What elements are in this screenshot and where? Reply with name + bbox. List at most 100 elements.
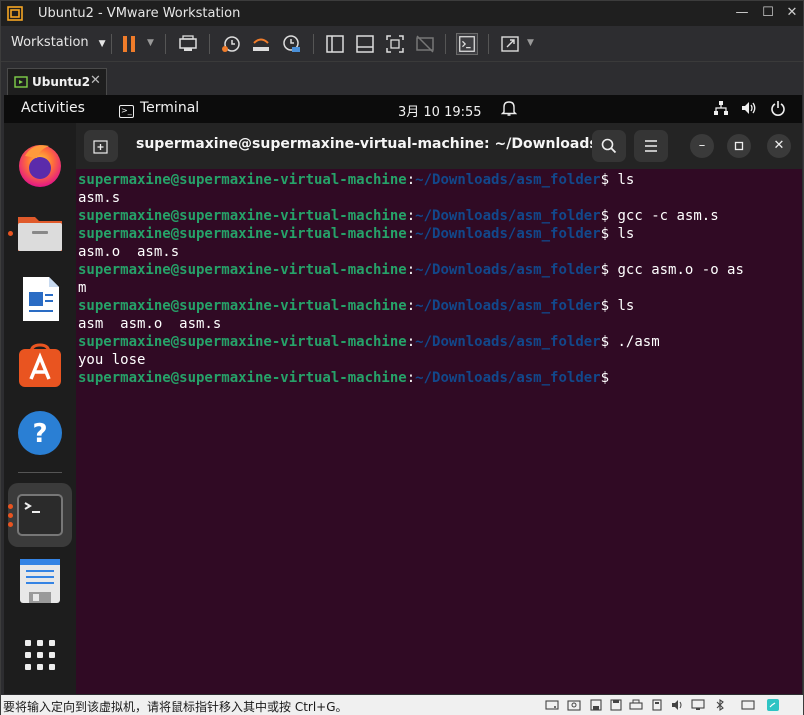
snapshot-icon[interactable]	[220, 33, 242, 55]
app-center-launcher[interactable]	[15, 341, 65, 391]
tab-ubuntu2[interactable]: Ubuntu2 ✕	[7, 68, 107, 95]
usb-icon[interactable]	[650, 698, 664, 712]
gnome-top-bar: Activities >_ Terminal 3月 10 19:55	[4, 95, 802, 123]
command-text: ./asm	[609, 334, 660, 350]
dock-divider	[18, 472, 62, 473]
floppy-icon[interactable]	[609, 698, 623, 712]
revert-snapshot-icon[interactable]	[250, 33, 272, 55]
workstation-menu-label: Workstation	[11, 35, 89, 50]
prompt-colon: :	[406, 172, 416, 188]
clock[interactable]: 3月 10 19:55	[398, 101, 482, 120]
svg-text:?: ?	[32, 419, 47, 449]
prompt-sign: $	[600, 370, 610, 386]
close-button[interactable]: ✕	[767, 134, 791, 158]
terminal-window[interactable]: supermaxine@supermaxine-virtual-machine:…	[76, 123, 802, 694]
status-message: 要将输入定向到该虚拟机，请将鼠标指针移入其中或按 Ctrl+G。	[3, 700, 348, 714]
fullscreen-icon[interactable]	[384, 33, 406, 55]
new-tab-icon	[93, 140, 108, 154]
ubuntu-screen[interactable]: Activities >_ Terminal 3月 10 19:55 ? sup…	[4, 95, 802, 694]
close-button[interactable]: ✕	[782, 3, 802, 23]
prompt-sign: $	[600, 334, 610, 350]
snapshot-manager-icon[interactable]	[280, 33, 302, 55]
title-bar: Ubuntu2 - VMware Workstation — ☐ ✕	[1, 1, 803, 26]
prompt-user: supermaxine@supermaxine-virtual-machine	[78, 262, 407, 278]
network-icon[interactable]	[713, 100, 729, 116]
firefox-launcher[interactable]	[15, 140, 65, 190]
menu-button[interactable]	[634, 130, 668, 162]
command-text: ls	[609, 226, 635, 242]
prompt-colon: :	[406, 208, 416, 224]
sidebar-icon[interactable]	[324, 33, 346, 55]
thumbnail-icon[interactable]	[354, 33, 376, 55]
prompt-line: supermaxine@supermaxine-virtual-machine:…	[78, 333, 800, 351]
activities-button[interactable]: Activities	[21, 100, 85, 116]
prompt-user: supermaxine@supermaxine-virtual-machine	[78, 334, 407, 350]
send-keys-icon[interactable]	[177, 33, 199, 55]
sound-icon[interactable]	[671, 698, 685, 712]
bell-icon[interactable]	[501, 99, 517, 117]
chevron-down-icon[interactable]: ▼	[527, 38, 534, 48]
search-button[interactable]	[592, 130, 626, 162]
prompt-path: ~/Downloads/asm_folder	[415, 370, 601, 386]
output-text: m	[78, 280, 87, 296]
pause-icon[interactable]	[119, 33, 141, 55]
devices-icon[interactable]	[741, 698, 755, 712]
vmware-window: Ubuntu2 - VMware Workstation — ☐ ✕ Works…	[0, 0, 804, 715]
help-icon: ?	[18, 411, 62, 455]
power-icon[interactable]	[770, 100, 786, 116]
running-indicator	[8, 504, 13, 509]
running-indicator	[8, 522, 13, 527]
prompt-path: ~/Downloads/asm_folder	[415, 208, 601, 224]
output-text: asm.s	[78, 190, 121, 206]
hard-disk-icon[interactable]	[545, 698, 559, 712]
prompt-sign: $	[600, 262, 610, 278]
prompt-line: supermaxine@supermaxine-virtual-machine:…	[78, 261, 800, 279]
display-icon[interactable]	[691, 698, 705, 712]
message-icon[interactable]	[766, 698, 780, 712]
terminal-title: supermaxine@supermaxine-virtual-machine:…	[136, 136, 619, 152]
prompt-line: supermaxine@supermaxine-virtual-machine:…	[78, 171, 800, 189]
firefox-icon	[19, 145, 61, 187]
minimize-button[interactable]: –	[690, 134, 714, 158]
output-line: asm asm.o asm.s	[78, 315, 800, 333]
toolbar-divider	[209, 34, 210, 54]
cd-drive-icon[interactable]	[567, 698, 581, 712]
command-text: ls	[609, 298, 635, 314]
printer-icon[interactable]	[629, 698, 643, 712]
app-menu[interactable]: >_ Terminal	[119, 100, 199, 118]
libreoffice-writer-launcher[interactable]	[15, 274, 65, 324]
help-launcher[interactable]: ?	[15, 408, 65, 458]
prompt-path: ~/Downloads/asm_folder	[415, 172, 601, 188]
bluetooth-icon[interactable]	[713, 698, 727, 712]
console-icon[interactable]	[456, 33, 478, 55]
prompt-line: supermaxine@supermaxine-virtual-machine:…	[78, 225, 800, 243]
app-grid-icon	[25, 640, 55, 670]
prompt-path: ~/Downloads/asm_folder	[415, 226, 601, 242]
app-center-icon	[19, 343, 61, 387]
maximize-button[interactable]: ☐	[758, 3, 778, 23]
toolbar-divider	[111, 34, 112, 54]
terminal-headerbar: supermaxine@supermaxine-virtual-machine:…	[76, 123, 802, 169]
chevron-down-icon[interactable]: ▼	[147, 38, 154, 48]
volume-icon[interactable]	[741, 100, 757, 116]
show-apps-button[interactable]	[15, 630, 65, 680]
vmware-toolbar: Workstation ▼ ▼ ▼	[1, 26, 803, 62]
new-tab-button[interactable]	[84, 130, 118, 162]
restore-icon	[734, 141, 744, 151]
terminal-output[interactable]: supermaxine@supermaxine-virtual-machine:…	[78, 171, 800, 387]
prompt-path: ~/Downloads/asm_folder	[415, 262, 601, 278]
maximize-button[interactable]	[727, 134, 751, 158]
stretch-icon[interactable]	[499, 33, 521, 55]
terminal-launcher[interactable]	[15, 490, 65, 540]
network-adapter-icon[interactable]	[589, 698, 603, 712]
files-launcher[interactable]	[15, 207, 65, 257]
minimize-button[interactable]: —	[732, 3, 752, 23]
status-bar: 要将输入定向到该虚拟机，请将鼠标指针移入其中或按 Ctrl+G。	[1, 695, 803, 715]
close-icon[interactable]: ✕	[90, 73, 101, 88]
unity-icon[interactable]	[414, 33, 436, 55]
prompt-sign: $	[600, 172, 610, 188]
vm-running-icon	[14, 76, 28, 88]
writer-icon	[23, 277, 59, 321]
workstation-menu[interactable]: Workstation ▼	[11, 35, 106, 50]
text-editor-launcher[interactable]	[15, 556, 65, 606]
